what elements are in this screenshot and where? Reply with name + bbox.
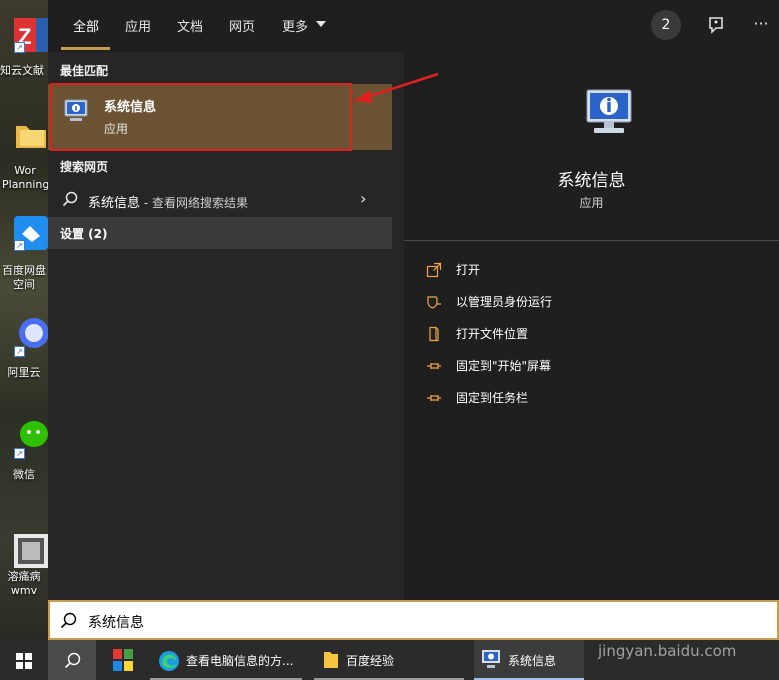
best-match-heading: 最佳匹配: [60, 64, 109, 78]
divider: [404, 240, 779, 241]
action-pin-to-start[interactable]: 固定到"开始"屏幕: [426, 355, 686, 377]
red-highlight-box: [50, 83, 352, 151]
tab-more[interactable]: 更多: [282, 16, 308, 35]
web-search-text: 系统信息 - 查看网络搜索结果: [88, 192, 248, 211]
settings-heading: 设置 (2): [60, 227, 108, 241]
chevron-right-icon[interactable]: ›: [360, 189, 366, 208]
aliyun-icon: [19, 318, 48, 348]
desktop-icon-label: 溶痛病 wmv: [7, 570, 41, 597]
taskbar-app-store[interactable]: [100, 640, 146, 680]
watermark-logo: Baidu经验 jingyan.baidu.com: [594, 596, 754, 666]
shortcut-arrow-icon: ↗: [14, 42, 25, 53]
taskbar-item-label: 系统信息: [508, 654, 557, 668]
action-label: 固定到任务栏: [456, 391, 529, 405]
rewards-badge[interactable]: 2: [651, 10, 681, 40]
desktop-icon-aliyun[interactable]: ↗ 阿里云: [0, 312, 48, 382]
feedback-icon[interactable]: [705, 14, 727, 36]
preview-subtitle: 应用: [579, 196, 604, 210]
action-label: 打开: [456, 263, 481, 277]
shield-icon: [427, 296, 441, 309]
wechat-icon: [20, 421, 48, 447]
desktop-icon-label: 知云文献: [0, 64, 44, 77]
web-search-heading: 搜索网页: [60, 160, 109, 174]
settings-section[interactable]: 设置 (2): [48, 217, 392, 249]
desktop-background: Z ↗ 知云文献 Wor Planning ↗ 百度网盘 空间 ↗ 阿里云 ↗ …: [0, 0, 48, 640]
taskbar-item-label: 百度经验: [346, 654, 395, 668]
chevron-down-icon[interactable]: [316, 21, 326, 27]
action-open-file-location[interactable]: 打开文件位置: [426, 323, 686, 345]
pin-icon: [427, 363, 441, 369]
taskbar-edge-window[interactable]: 查看电脑信息的方...: [150, 640, 302, 680]
taskbar-file-explorer[interactable]: 百度经验: [314, 640, 464, 680]
start-button[interactable]: [0, 640, 48, 680]
desktop-icon-zhiyun[interactable]: Z ↗ 知云文献: [0, 14, 48, 80]
screen: Z ↗ 知云文献 Wor Planning ↗ 百度网盘 空间 ↗ 阿里云 ↗ …: [0, 0, 779, 680]
desktop-icon-video[interactable]: 溶痛病 wmv: [0, 530, 48, 604]
action-label: 打开文件位置: [456, 327, 529, 341]
more-options-icon[interactable]: ···: [750, 14, 772, 36]
shortcut-arrow-icon: ↗: [14, 448, 25, 459]
web-search-query: 系统信息: [88, 196, 141, 211]
open-icon: [426, 262, 442, 278]
system-info-app-icon: [482, 650, 500, 668]
app-store-icon: [113, 649, 133, 671]
shortcut-arrow-icon: ↗: [14, 346, 25, 357]
folder-icon: [16, 126, 46, 148]
taskbar-search-button[interactable]: [48, 640, 96, 680]
preview-pane: 系统信息 应用 打开 以管理员身份运行 打开文件位置 固定到"开始"屏幕 固定到…: [404, 52, 779, 600]
shortcut-arrow-icon: ↗: [14, 240, 25, 251]
desktop-icon-label: 微信: [13, 468, 35, 481]
search-filter-tabs: 全部 应用 文档 网页 更多 2 ···: [48, 0, 779, 52]
watermark-brand: Baidu经验: [594, 609, 745, 642]
tab-documents[interactable]: 文档: [177, 16, 203, 35]
edge-browser-icon: [159, 651, 179, 671]
desktop-icon-label: Wor Planning: [2, 164, 48, 191]
system-info-app-icon: [586, 89, 632, 133]
folder-icon: [324, 652, 338, 668]
results-list: 最佳匹配 系统信息 应用 搜索网页 系统信息 - 查看网络搜索结果 › 设置 (…: [48, 52, 392, 600]
action-run-as-admin[interactable]: 以管理员身份运行: [426, 291, 686, 313]
web-search-suffix: - 查看网络搜索结果: [140, 196, 248, 210]
action-pin-to-taskbar[interactable]: 固定到任务栏: [426, 387, 686, 409]
active-tab-indicator: [61, 47, 110, 50]
desktop-icon-planning[interactable]: Wor Planning: [0, 112, 48, 198]
file-location-icon: [429, 326, 439, 342]
desktop-icon-baidu-netdisk[interactable]: ↗ 百度网盘 空间: [0, 212, 48, 298]
action-label: 以管理员身份运行: [456, 295, 553, 309]
desktop-icon-label: 阿里云: [7, 366, 41, 379]
annotation-arrow: [354, 72, 439, 103]
taskbar-item-label: 查看电脑信息的方...: [186, 654, 294, 668]
tab-all[interactable]: 全部: [73, 16, 99, 35]
web-search-result[interactable]: 系统信息 - 查看网络搜索结果 ›: [48, 184, 392, 216]
tab-web[interactable]: 网页: [229, 16, 255, 35]
search-icon: [64, 652, 81, 669]
search-value: 系统信息: [88, 615, 144, 631]
search-icon: [62, 191, 78, 207]
preview-title: 系统信息: [557, 171, 626, 191]
action-open[interactable]: 打开: [426, 259, 686, 281]
windows-logo-icon: [16, 653, 32, 669]
tab-apps[interactable]: 应用: [125, 16, 151, 35]
desktop-icon-wechat[interactable]: ↗ 微信: [0, 414, 48, 484]
search-icon: [60, 612, 77, 629]
watermark-url: jingyan.baidu.com: [598, 642, 737, 660]
desktop-icon-label: 百度网盘 空间: [2, 264, 46, 291]
action-label: 固定到"开始"屏幕: [456, 359, 552, 373]
taskbar-system-info[interactable]: 系统信息: [474, 640, 584, 680]
video-file-icon: [14, 534, 48, 568]
pin-icon: [427, 395, 441, 401]
